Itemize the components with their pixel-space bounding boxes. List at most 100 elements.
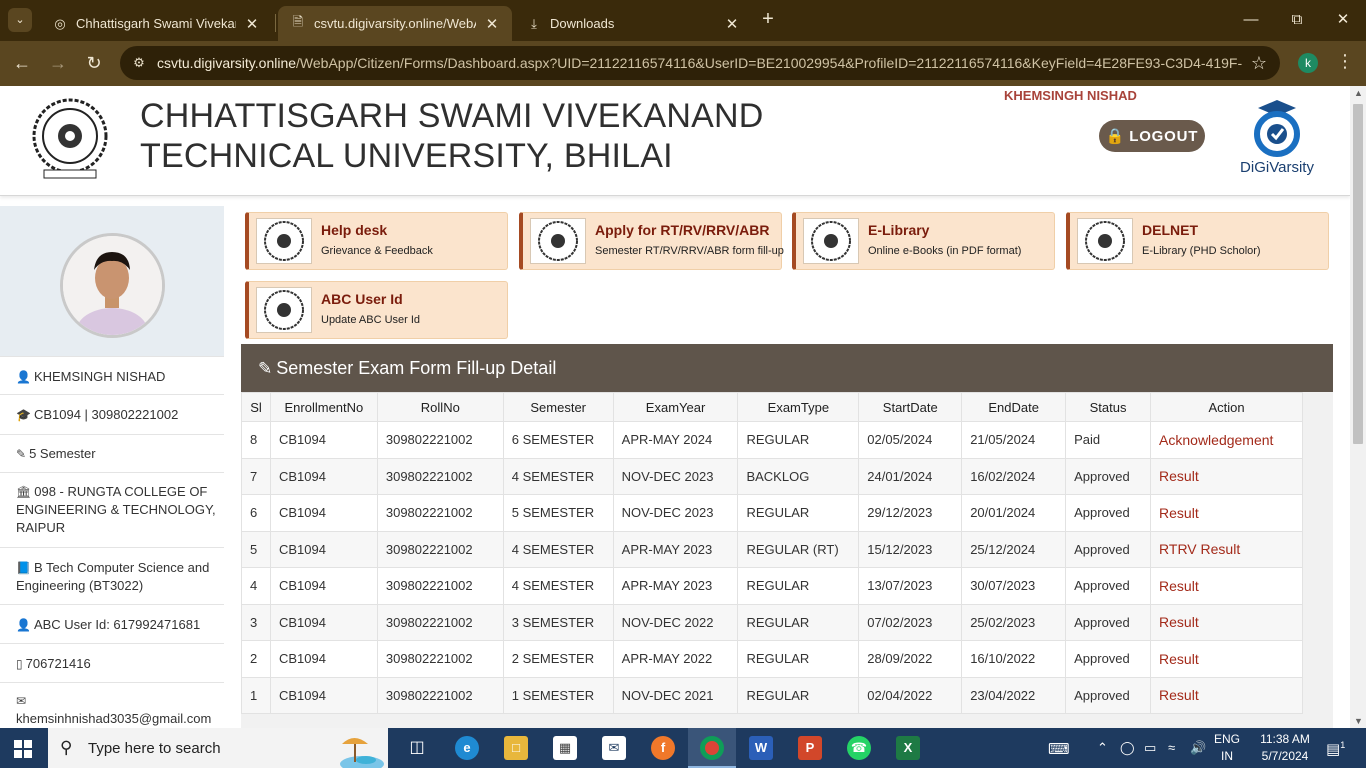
new-tab-button[interactable]: + (757, 8, 779, 32)
table-cell: 4 SEMESTER (502, 530, 614, 568)
edge-browser-icon[interactable]: e (455, 736, 479, 760)
table-cell: 309802221002 (376, 494, 504, 532)
whatsapp-icon[interactable]: ☎ (847, 736, 871, 760)
action-link[interactable]: Result (1150, 567, 1303, 605)
wifi-icon[interactable]: ≈ (1168, 740, 1175, 755)
site-info-icon[interactable]: ⚙ (130, 54, 148, 72)
table-body: 8 CB1094 309802221002 6 SEMESTER APR-MAY 202… (241, 421, 1303, 714)
bookmark-star-icon[interactable]: ☆ (1251, 53, 1267, 74)
chrome-icon[interactable] (700, 736, 724, 760)
microsoft-store-icon[interactable]: ▦ (553, 736, 577, 760)
table-cell: 309802221002 (376, 603, 504, 641)
menu-kebab-icon[interactable]: ⋮ (1336, 51, 1354, 72)
action-link[interactable]: Acknowledgement (1150, 421, 1303, 459)
table-cell: Approved (1065, 640, 1152, 678)
user-icon: 👤 (16, 370, 31, 384)
table-row: 5 CB1094 309802221002 4 SEMESTER APR-MAY 202… (241, 530, 1303, 568)
apply-rt-rv-card[interactable]: Apply for RT/RV/RRV/ABR Semester RT/RV/R… (519, 212, 784, 270)
logout-button[interactable]: 🔒 LOGOUT (1099, 120, 1205, 152)
university-seal-icon (256, 218, 312, 264)
battery-icon[interactable]: ▭ (1144, 740, 1156, 756)
browser-tab-3[interactable]: ⤓ Downloads ✕ (514, 6, 752, 41)
network-tray-icon[interactable]: ◯ (1120, 740, 1135, 756)
firefox-icon[interactable]: f (651, 736, 675, 760)
table-cell: 25/02/2023 (961, 603, 1067, 641)
action-link[interactable]: RTRV Result (1150, 530, 1303, 568)
word-icon[interactable]: W (749, 736, 773, 760)
digivarsity-logo: DiGiVarsity (1240, 100, 1314, 176)
page-scrollbar[interactable]: ▲ ▼ (1350, 86, 1366, 728)
table-cell: 3 SEMESTER (502, 603, 614, 641)
table-cell: 02/05/2024 (858, 421, 963, 459)
column-header: Status (1065, 392, 1152, 422)
sidebar-course: 📘 B Tech Computer Science and Engineering… (0, 547, 224, 604)
windows-start-icon[interactable] (14, 740, 32, 758)
table-cell: REGULAR (737, 640, 860, 678)
close-window-icon[interactable]: ✕ (1331, 8, 1355, 32)
address-bar[interactable]: ⚙ csvtu.digivarsity.online/WebApp/Citize… (120, 46, 1280, 80)
powerpoint-icon[interactable]: P (798, 736, 822, 760)
close-tab-icon[interactable]: ✕ (244, 15, 260, 33)
table-cell: REGULAR (737, 421, 860, 459)
e-library-card[interactable]: E-Library Online e-Books (in PDF format) (792, 212, 1055, 270)
table-cell: APR-MAY 2023 (612, 530, 739, 568)
table-cell: CB1094 (269, 457, 378, 495)
table-cell: 6 SEMESTER (502, 421, 614, 459)
scroll-thumb[interactable] (1353, 104, 1363, 444)
table-cell: 8 (241, 421, 271, 459)
mail-icon[interactable]: ✉ (602, 736, 626, 760)
sidebar-student-name: 👤 KHEMSINGH NISHAD (0, 356, 224, 394)
browser-tab-1[interactable]: ◎ Chhattisgarh Swami Vivekananda ✕ (40, 6, 272, 41)
table-cell: 1 SEMESTER (502, 676, 614, 714)
table-cell: 07/02/2023 (858, 603, 963, 641)
help-desk-card[interactable]: Help desk Grievance & Feedback (245, 212, 508, 270)
column-header: EnrollmentNo (269, 392, 378, 422)
abc-user-id-card[interactable]: ABC User Id Update ABC User Id (245, 281, 508, 339)
scroll-up-icon[interactable]: ▲ (1354, 88, 1363, 98)
column-header: ExamType (737, 392, 860, 422)
sidebar-semester: ✎ 5 Semester (0, 434, 224, 472)
back-icon[interactable]: ← (10, 51, 34, 75)
card-subtitle: Online e-Books (in PDF format) (868, 245, 1022, 257)
action-link[interactable]: Result (1150, 676, 1303, 714)
task-view-icon[interactable]: ◫ (405, 736, 429, 760)
university-seal-icon (530, 218, 586, 264)
close-tab-icon[interactable]: ✕ (724, 15, 740, 33)
student-profile-sidebar: 👤 KHEMSINGH NISHAD 🎓 CB1094 | 309802221002… (0, 206, 224, 728)
url-text[interactable]: csvtu.digivarsity.online/WebApp/Citizen/… (157, 55, 1242, 71)
action-link[interactable]: Result (1150, 494, 1303, 532)
forward-icon[interactable]: → (46, 51, 70, 75)
minimize-icon[interactable]: — (1239, 8, 1263, 32)
column-header: RollNo (376, 392, 504, 422)
table-cell: CB1094 (269, 676, 378, 714)
file-explorer-icon[interactable]: □ (504, 736, 528, 760)
lock-icon: 🔒 (1105, 128, 1126, 145)
tab-title: Chhattisgarh Swami Vivekananda (76, 16, 236, 31)
excel-icon[interactable]: X (896, 736, 920, 760)
notification-center-icon[interactable]: ▤1 (1326, 740, 1345, 758)
action-link[interactable]: Result (1150, 640, 1303, 678)
tab-search-button[interactable]: ⌄ (8, 8, 32, 32)
scroll-down-icon[interactable]: ▼ (1354, 716, 1363, 726)
delnet-card[interactable]: DELNET E-Library (PHD Scholor) (1066, 212, 1329, 270)
reload-icon[interactable]: ↻ (82, 51, 106, 75)
search-highlight-illustration (340, 738, 384, 768)
browser-tab-2-active[interactable]: 🗎 csvtu.digivarsity.online/WebApp ✕ (278, 6, 512, 41)
volume-icon[interactable]: 🔊 (1190, 740, 1206, 756)
system-clock[interactable]: 11:38 AM 5/7/2024 (1252, 731, 1318, 765)
input-language-indicator[interactable]: ENG IN (1214, 731, 1240, 765)
close-tab-icon[interactable]: ✕ (484, 15, 500, 33)
table-cell: 3 (241, 603, 271, 641)
table-cell: 309802221002 (376, 421, 504, 459)
show-hidden-icons-chevron[interactable]: ⌃ (1097, 740, 1108, 756)
search-icon: ⚲ (60, 738, 73, 757)
action-link[interactable]: Result (1150, 603, 1303, 641)
keyboard-tray-icon[interactable]: ⌨ (1048, 740, 1070, 758)
sidebar-college: 🏛 098 - RUNGTA COLLEGE OF ENGINEERING & T… (0, 472, 224, 547)
table-cell: 2 (241, 640, 271, 678)
table-cell: 4 SEMESTER (502, 567, 614, 605)
profile-avatar[interactable]: k (1298, 53, 1318, 73)
action-link[interactable]: Result (1150, 457, 1303, 495)
taskbar-search-box[interactable]: ⚲ Type here to search (48, 728, 388, 768)
restore-icon[interactable]: ⧉ (1285, 8, 1309, 32)
